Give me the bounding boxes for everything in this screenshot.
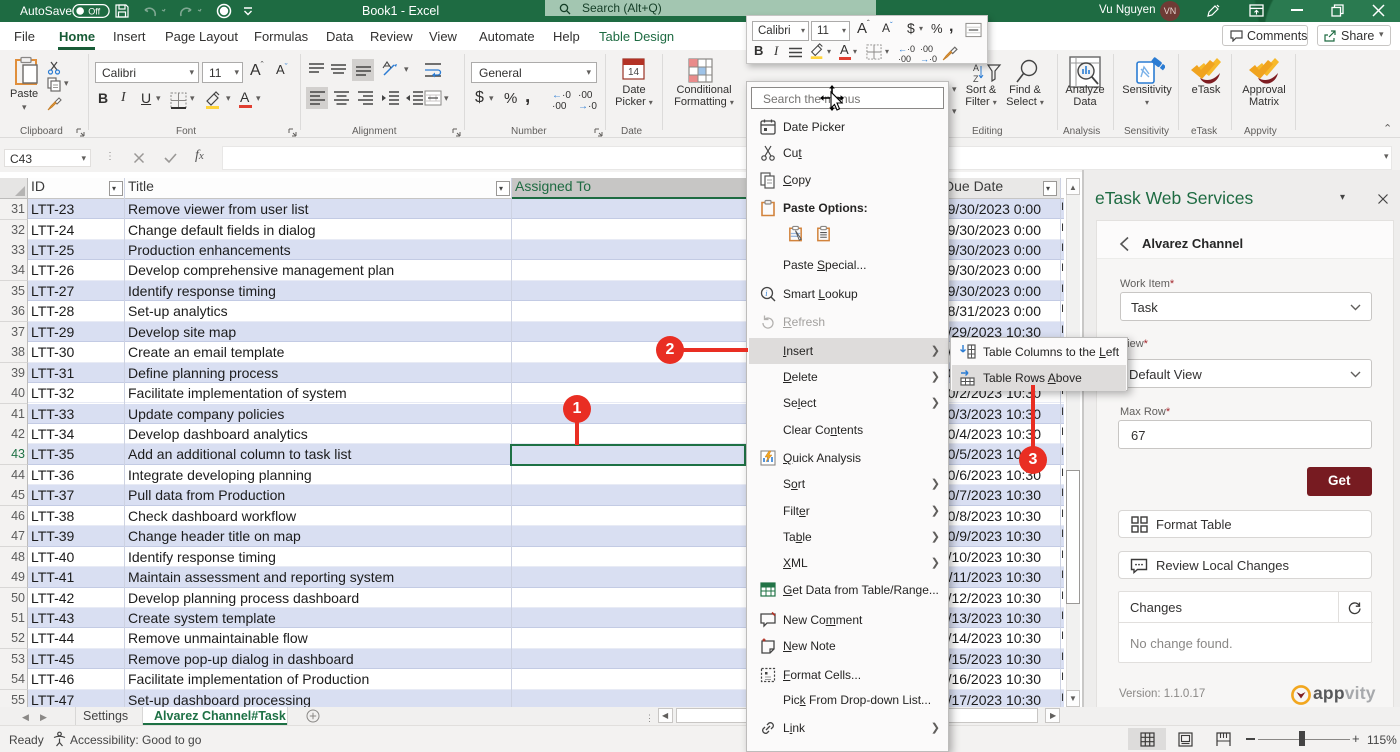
svg-text:14: 14 xyxy=(628,67,640,78)
svg-text:i: i xyxy=(765,289,767,298)
svg-text:A: A xyxy=(973,63,979,73)
svg-text:Off: Off xyxy=(88,7,100,17)
svg-text:Z: Z xyxy=(973,74,979,84)
